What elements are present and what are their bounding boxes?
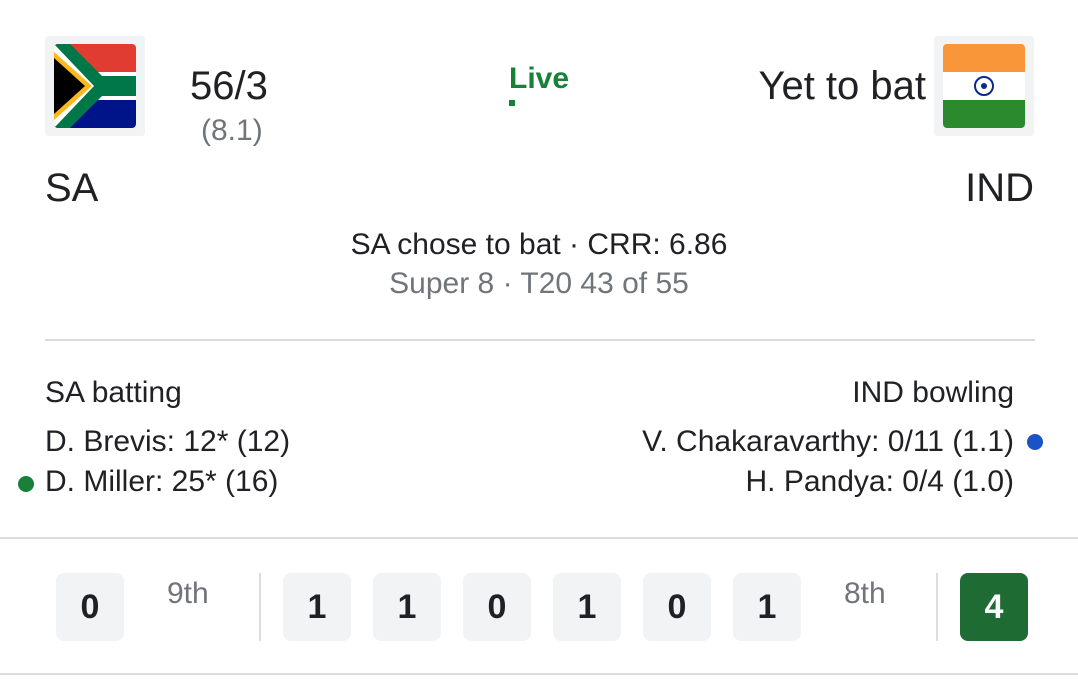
live-status: Live: [509, 62, 570, 95]
batter-row: D. Miller: 25* (16): [45, 465, 279, 498]
boundary-ball-result: 4: [960, 573, 1028, 641]
ball-result: 1: [283, 573, 351, 641]
south-africa-flag-icon: [45, 36, 145, 136]
over-label: 9th: [167, 577, 209, 610]
over-label: 8th: [844, 577, 886, 610]
away-status: Yet to bat: [758, 64, 926, 108]
over-separator: [259, 573, 261, 641]
batting-title: SA batting: [45, 376, 182, 409]
ball-result: 1: [553, 573, 621, 641]
ball-result: 0: [643, 573, 711, 641]
home-team-name: SA: [45, 166, 99, 210]
india-flag-icon: [934, 36, 1034, 136]
home-overs: (8.1): [201, 114, 263, 147]
divider: [45, 339, 1035, 341]
live-indicator: [509, 100, 515, 106]
ball-result: 0: [463, 573, 531, 641]
ball-result: 0: [56, 573, 124, 641]
bowling-title: IND bowling: [852, 376, 1014, 409]
ball-result: 1: [373, 573, 441, 641]
bowler-row: H. Pandya: 0/4 (1.0): [745, 465, 1014, 498]
match-summary: SA chose to bat · CRR: 6.86: [350, 228, 728, 261]
home-score: 56/3: [190, 64, 268, 108]
on-strike-indicator: [18, 476, 34, 492]
ball-result: 1: [733, 573, 801, 641]
away-team-name: IND: [965, 166, 1034, 210]
divider: [0, 673, 1078, 675]
match-stage: Super 8 · T20 43 of 55: [389, 267, 689, 300]
bowler-row: V. Chakaravarthy: 0/11 (1.1): [642, 425, 1014, 458]
over-separator: [936, 573, 938, 641]
current-bowler-indicator: [1027, 434, 1043, 450]
divider: [0, 537, 1078, 539]
batter-row: D. Brevis: 12* (12): [45, 425, 291, 458]
